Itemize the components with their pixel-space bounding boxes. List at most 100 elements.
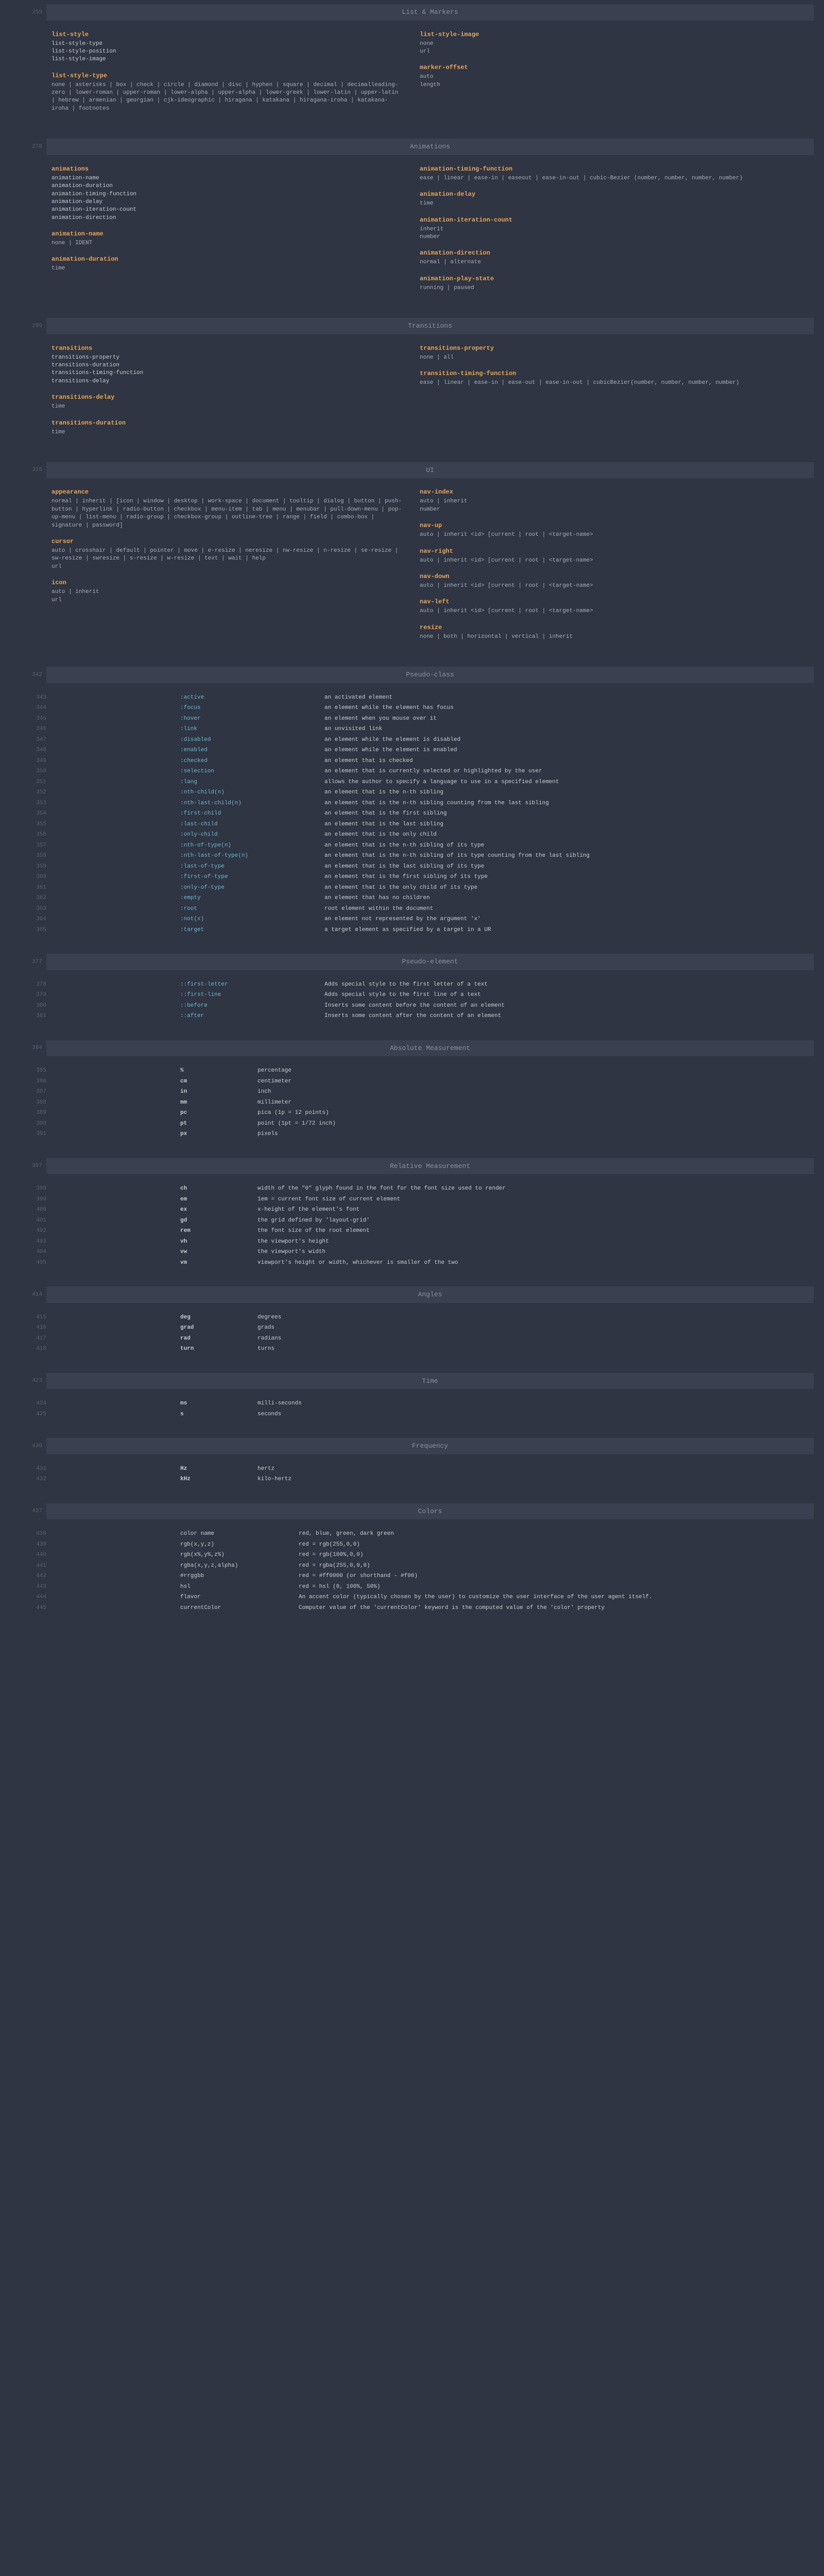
line-number: 353 [26, 799, 57, 808]
table-key: rgb(x,y,z) [180, 1540, 299, 1549]
line-number: 424 [26, 1399, 57, 1408]
table-row: 415degdegrees [26, 1312, 814, 1323]
table-desc: an element that is currently selected or… [324, 767, 814, 776]
table-row: 359:last-of-typean element that is the l… [26, 861, 814, 872]
line-number: 278 [26, 143, 46, 151]
line-number: 388 [26, 1098, 57, 1107]
table-row: 350:selectionan element that is currentl… [26, 766, 814, 777]
table-desc: red, blue, green, dark green [299, 1530, 814, 1538]
table-desc: millimeter [258, 1098, 814, 1107]
table-key: mm [180, 1098, 258, 1107]
table-key: :lang [180, 778, 324, 787]
table-row: 355:last-childan element that is the las… [26, 819, 814, 830]
table-row: 390ptpoint (1pt = 1/72 inch) [26, 1118, 814, 1129]
line-number: 385 [26, 1066, 57, 1075]
table-row: 364:not(x)an element not represented by … [26, 914, 814, 925]
property-title: animation-delay [420, 190, 772, 199]
table-desc: an element that is checked [324, 757, 814, 766]
table-desc: an element that is the last sibling of i… [324, 862, 814, 871]
table-row: 348:enabledan element while the element … [26, 745, 814, 756]
property-title: transitions-property [420, 344, 772, 353]
property-sub: animation-timing-function [52, 191, 404, 198]
table-desc: root element within the document [324, 905, 814, 913]
table-desc: an element that is the n-th sibling of i… [324, 841, 814, 850]
table-key: grad [180, 1324, 258, 1332]
line-number: 441 [26, 1562, 57, 1570]
property-value: none | both | horizontal | vertical | in… [420, 633, 772, 641]
table-desc: 1em = current font size of current eleme… [258, 1195, 814, 1204]
table-desc: an element while the element is enabled [324, 746, 814, 755]
table-row: 356:only-childan element that is the onl… [26, 829, 814, 840]
table-row: 431Hzhertz [26, 1464, 814, 1475]
line-number: 398 [26, 1184, 57, 1193]
table-key: :root [180, 905, 324, 913]
table-desc: an element not represented by the argume… [324, 915, 814, 924]
line-number: 404 [26, 1248, 57, 1257]
property-title: animation-iteration-count [420, 215, 772, 225]
property-title: icon [52, 578, 404, 587]
line-number: 378 [26, 980, 57, 989]
line-number: 397 [26, 1162, 46, 1171]
table-row: 405vmviewport's height or width, whichev… [26, 1258, 814, 1268]
table-row: 347:disabledan element while the element… [26, 735, 814, 745]
line-number: 437 [26, 1507, 46, 1516]
table-row: 398chwidth of the "0" glyph found in the… [26, 1183, 814, 1194]
table-row: 444flavorAn accent color (typically chos… [26, 1592, 814, 1603]
property-value: none | all [420, 354, 772, 362]
table-key: :last-of-type [180, 862, 324, 871]
table-key: gd [180, 1216, 258, 1225]
table-row: 442#rrggbbred = #ff0000 (or shorthand - … [26, 1571, 814, 1582]
table-desc: an element while the element has focus [324, 704, 814, 713]
table-row: 346:linkan unvisited link [26, 724, 814, 735]
line-number: 362 [26, 894, 57, 903]
table-key: #rrggbb [180, 1572, 299, 1581]
line-number: 351 [26, 778, 57, 787]
section-header: Transitions [46, 318, 814, 334]
table-desc: pixels [258, 1130, 814, 1139]
property-value: url [52, 563, 404, 571]
property-value: auto [420, 73, 772, 81]
line-number: 425 [26, 1410, 57, 1419]
table-desc: the viewport's width [258, 1248, 814, 1257]
property-sub: list-style-type [52, 40, 404, 48]
line-number: 384 [26, 1044, 46, 1053]
table-row: 418turnturns [26, 1344, 814, 1354]
section-header: Time [46, 1373, 814, 1389]
table-row: 345:hoveran element when you mouse over … [26, 714, 814, 724]
line-number: 390 [26, 1120, 57, 1128]
line-number: 346 [26, 725, 57, 734]
table-row: 404vwthe viewport's width [26, 1247, 814, 1258]
table-row: 352:nth-child(n)an element that is the n… [26, 787, 814, 798]
line-number: 438 [26, 1530, 57, 1538]
table-row: 385%percentage [26, 1065, 814, 1076]
table-row: 391pxpixels [26, 1129, 814, 1140]
table-desc: Computer value of the 'currentColor' key… [299, 1604, 814, 1613]
property-value: time [420, 200, 772, 208]
table-row: 380::beforeInserts some content before t… [26, 1001, 814, 1011]
table-desc: Inserts some content before the content … [324, 1002, 814, 1010]
line-number: 355 [26, 820, 57, 829]
table-desc: centimeter [258, 1077, 814, 1086]
table-row: 354:first-childan element that is the fi… [26, 808, 814, 819]
section-header: Relative Measurement [46, 1158, 814, 1175]
line-number: 344 [26, 704, 57, 713]
table-key: % [180, 1066, 258, 1075]
table-key: :nth-of-type(n) [180, 841, 324, 850]
table-row: 401gdthe grid defined by 'layout-grid' [26, 1215, 814, 1226]
line-number: 381 [26, 1012, 57, 1021]
property-value: number [420, 506, 772, 514]
line-number: 403 [26, 1238, 57, 1246]
property-title: nav-down [420, 572, 772, 581]
table-key: ::first-line [180, 991, 324, 999]
property-value: time [52, 265, 404, 273]
property-title: animation-play-state [420, 274, 772, 283]
property-title: list-style-type [52, 71, 404, 80]
table-key: :empty [180, 894, 324, 903]
property-title: list-style-image [420, 30, 772, 39]
property-title: marker-offset [420, 63, 772, 72]
table-desc: degrees [258, 1313, 814, 1322]
table-row: 381::afterInserts some content after the… [26, 1011, 814, 1022]
line-number: 417 [26, 1334, 57, 1343]
property-value: number [420, 233, 772, 241]
table-row: 349:checkedan element that is checked [26, 756, 814, 767]
